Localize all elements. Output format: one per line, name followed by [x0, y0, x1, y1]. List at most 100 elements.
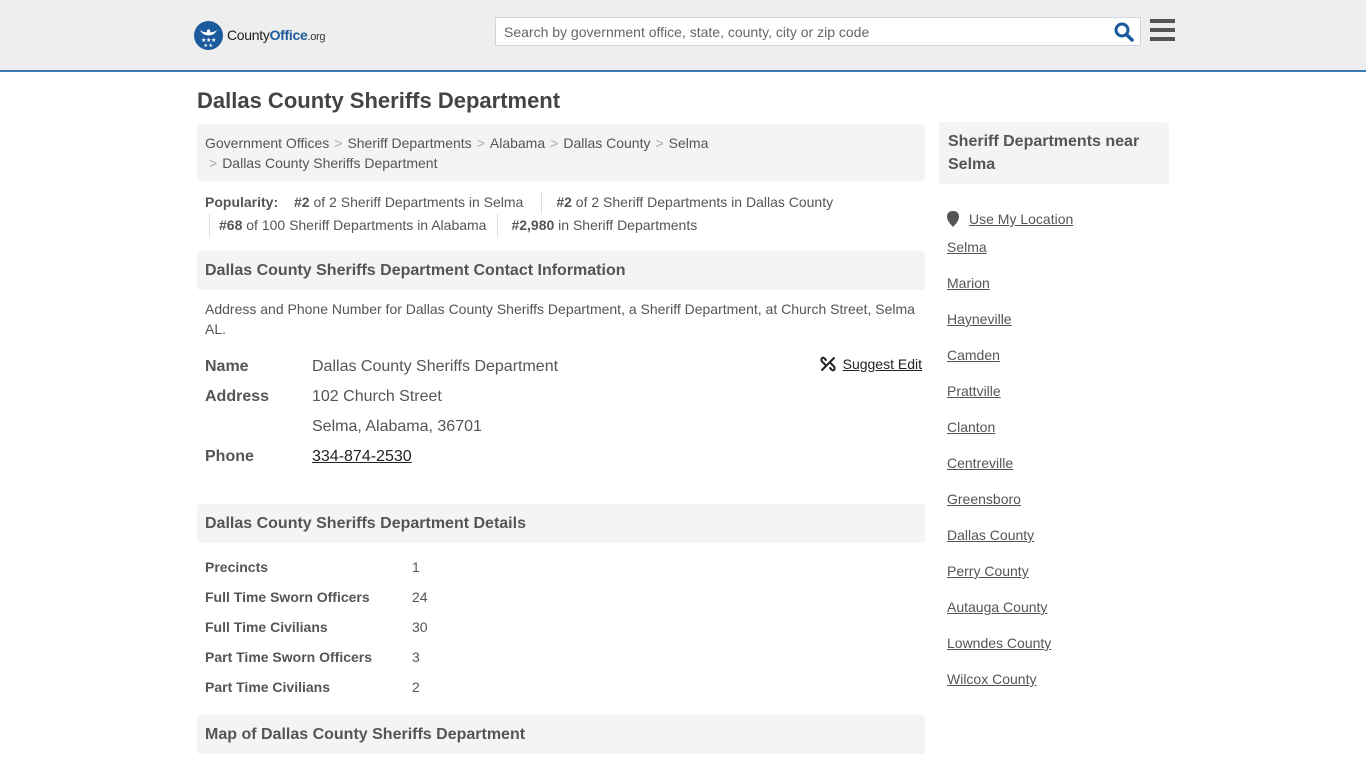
contact-info: Suggest Edit Name Dallas County Sheriffs…: [197, 352, 925, 472]
details-label: Precincts: [205, 559, 269, 575]
breadcrumb-separator: >: [209, 155, 218, 171]
details-row: Full Time Civilians 30: [205, 612, 925, 642]
address-line1: 102 Church Street: [312, 388, 442, 405]
details-table: Precincts 1 Full Time Sworn Officers 24 …: [197, 552, 925, 702]
menu-bar: [1150, 37, 1175, 41]
main-content: Government Offices > Sheriff Departments > A…: [197, 124, 925, 754]
hamburger-menu-icon[interactable]: [1150, 19, 1175, 42]
logo-text-main: County: [227, 27, 270, 43]
nearby-link-marion[interactable]: Marion: [947, 275, 990, 291]
breadcrumb-sheriff-departments[interactable]: Sheriff Departments: [347, 135, 471, 151]
nearby-item: Autauga County: [947, 597, 1169, 633]
breadcrumb-selma[interactable]: Selma: [669, 135, 709, 151]
nearby-link-clanton[interactable]: Clanton: [947, 419, 995, 435]
popularity-item: #2 of 2 Sheriff Departments in Dallas Co…: [541, 191, 842, 214]
nearby-item: Dallas County: [947, 525, 1169, 561]
sidebar-nearby: Sheriff Departments near Selma Use My Lo…: [939, 122, 1169, 705]
popularity-item: #2,980 in Sheriff Departments: [497, 214, 706, 237]
nearby-item: Greensboro: [947, 489, 1169, 525]
nearby-link-perry-county[interactable]: Perry County: [947, 563, 1029, 579]
phone-label: Phone: [205, 448, 254, 465]
details-row: Part Time Civilians 2: [205, 672, 925, 702]
contact-row-address: Address 102 Church Street: [205, 382, 925, 412]
nearby-link-hayneville[interactable]: Hayneville: [947, 311, 1012, 327]
sidebar-heading: Sheriff Departments near Selma: [939, 122, 1169, 184]
nearby-link-dallas-county[interactable]: Dallas County: [947, 527, 1034, 543]
logo-text: CountyOffice.org: [227, 27, 326, 43]
popularity-item: #2 of 2 Sheriff Departments in Selma: [286, 191, 532, 214]
popularity-item: #68 of 100 Sheriff Departments in Alabam…: [209, 214, 495, 237]
popularity-text: of 2 Sheriff Departments in Dallas Count…: [571, 194, 834, 210]
contact-row-name: Name Dallas County Sheriffs Department: [205, 352, 925, 382]
phone-link[interactable]: 334-874-2530: [312, 448, 412, 465]
logo-text-tld: .org: [307, 31, 326, 43]
nearby-item: Camden: [947, 345, 1169, 381]
details-value: 1: [412, 559, 420, 575]
nearby-item: Selma: [947, 237, 1169, 273]
nearby-link-greensboro[interactable]: Greensboro: [947, 491, 1021, 507]
top-navbar: ★ ★ ★ ★ ★ CountyOffice.org: [0, 0, 1366, 72]
logo-eagle-icon: ★ ★ ★ ★ ★: [194, 20, 223, 50]
details-heading: Dallas County Sheriffs Department Detail…: [197, 504, 925, 543]
page-title: Dallas County Sheriffs Department: [197, 88, 561, 113]
address-label-spacer: [205, 412, 312, 442]
suggest-edit-link[interactable]: Suggest Edit: [843, 356, 922, 372]
nearby-link-lowndes-county[interactable]: Lowndes County: [947, 635, 1051, 651]
unlink-icon: [820, 356, 836, 372]
popularity-stats: Popularity: #2 of 2 Sheriff Departments …: [197, 191, 925, 237]
menu-bar: [1150, 28, 1175, 32]
map-pin-icon: [947, 211, 959, 227]
breadcrumb-dallas-county[interactable]: Dallas County: [563, 135, 650, 151]
nearby-link-selma[interactable]: Selma: [947, 239, 987, 255]
address-label: Address: [205, 388, 270, 405]
breadcrumb-current: Dallas County Sheriffs Department: [222, 155, 438, 171]
details-row: Full Time Sworn Officers 24: [205, 582, 925, 612]
map-heading: Map of Dallas County Sheriffs Department: [197, 715, 925, 754]
nearby-link-camden[interactable]: Camden: [947, 347, 1000, 363]
breadcrumb-separator: >: [334, 135, 343, 151]
details-label: Full Time Civilians: [205, 619, 328, 635]
contact-description: Address and Phone Number for Dallas Coun…: [205, 301, 915, 337]
details-label: Part Time Sworn Officers: [205, 649, 373, 665]
details-label: Full Time Sworn Officers: [205, 589, 370, 605]
details-row: Part Time Sworn Officers 3: [205, 642, 925, 672]
site-logo[interactable]: ★ ★ ★ ★ ★ CountyOffice.org: [194, 20, 326, 50]
nearby-item: Clanton: [947, 417, 1169, 453]
search-icon: [1114, 22, 1134, 42]
search-button[interactable]: [1113, 21, 1135, 43]
details-value: 24: [412, 589, 428, 605]
nearby-link-centreville[interactable]: Centreville: [947, 455, 1013, 471]
breadcrumb-government-offices[interactable]: Government Offices: [205, 135, 329, 151]
details-row: Precincts 1: [205, 552, 925, 582]
breadcrumb-separator: >: [655, 135, 664, 151]
nearby-link-autauga-county[interactable]: Autauga County: [947, 599, 1047, 615]
details-label: Part Time Civilians: [205, 679, 331, 695]
nearby-item: Centreville: [947, 453, 1169, 489]
nearby-item: Lowndes County: [947, 633, 1169, 669]
nearby-link-prattville[interactable]: Prattville: [947, 383, 1001, 399]
breadcrumb-separator: >: [476, 135, 485, 151]
details-value: 3: [412, 649, 420, 665]
details-value: 30: [412, 619, 428, 635]
suggest-edit-button[interactable]: Suggest Edit: [820, 356, 922, 372]
popularity-text: of 2 Sheriff Departments in Selma: [309, 194, 524, 210]
popularity-rank: #2: [294, 194, 310, 210]
breadcrumb-alabama[interactable]: Alabama: [490, 135, 545, 151]
name-label: Name: [205, 358, 249, 375]
breadcrumb: Government Offices > Sheriff Departments > A…: [197, 124, 925, 181]
popularity-text: of 100 Sheriff Departments in Alabama: [242, 217, 487, 233]
popularity-text: in Sheriff Departments: [554, 217, 698, 233]
nearby-item: Marion: [947, 273, 1169, 309]
nearby-item: Perry County: [947, 561, 1169, 597]
nearby-link-wilcox-county[interactable]: Wilcox County: [947, 671, 1036, 687]
logo-text-accent: Office: [269, 27, 308, 43]
popularity-label: Popularity:: [205, 194, 279, 210]
popularity-rank: #68: [219, 217, 243, 233]
search-input[interactable]: [496, 18, 1096, 45]
use-my-location-link[interactable]: Use My Location: [969, 209, 1073, 229]
details-value: 2: [412, 679, 420, 695]
popularity-rank: #2,980: [511, 217, 555, 233]
nearby-list: Use My Location Selma Marion Hayneville …: [939, 201, 1169, 705]
contact-row-address-2: Selma, Alabama, 36701: [205, 412, 925, 442]
name-value: Dallas County Sheriffs Department: [312, 358, 559, 375]
